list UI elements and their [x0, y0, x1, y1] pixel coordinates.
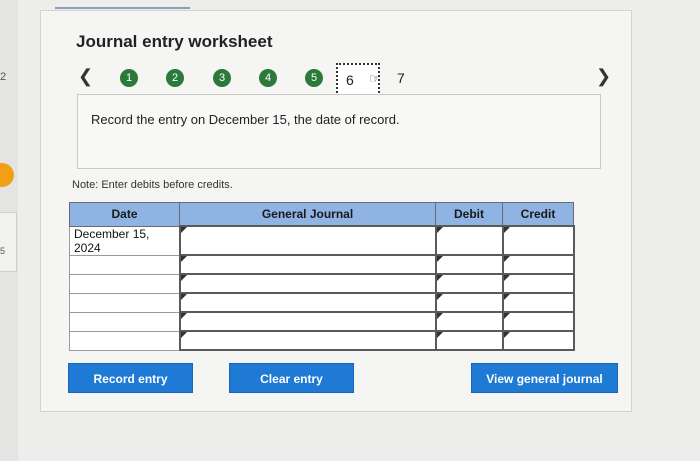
edge-number-top: 2: [0, 71, 7, 83]
table-row: December 15, 2024: [69, 225, 575, 256]
date-cell: [69, 330, 180, 351]
dropdown-corner-icon: [436, 227, 443, 233]
dropdown-corner-icon: [180, 294, 187, 300]
table-row: [69, 273, 575, 294]
debit-input[interactable]: [434, 292, 504, 313]
journal-table: Date General Journal Debit Credit Decemb…: [69, 202, 575, 351]
dropdown-corner-icon: [180, 227, 187, 233]
dropdown-corner-icon: [436, 256, 443, 262]
table-row: [69, 254, 575, 275]
header-credit: Credit: [502, 202, 574, 227]
dropdown-corner-icon: [180, 256, 187, 262]
dropdown-corner-icon: [503, 294, 510, 300]
account-input[interactable]: [178, 292, 437, 313]
dropdown-corner-icon: [436, 275, 443, 281]
credit-input[interactable]: [501, 330, 575, 351]
dropdown-corner-icon: [503, 313, 510, 319]
date-cell: [69, 311, 180, 332]
credit-input[interactable]: [501, 311, 575, 332]
dropdown-corner-icon: [180, 275, 187, 281]
date-cell: [69, 292, 180, 313]
top-rule: [55, 7, 190, 9]
worksheet-panel: Journal entry worksheet ❮ 1 2 3 4 5 6 ☞ …: [40, 10, 632, 412]
table-row: [69, 330, 575, 351]
header-debit: Debit: [435, 202, 503, 227]
step-5-button[interactable]: 5: [305, 69, 323, 87]
dropdown-corner-icon: [180, 313, 187, 319]
debit-input[interactable]: [434, 254, 504, 275]
header-general-journal: General Journal: [179, 202, 436, 227]
dropdown-corner-icon: [503, 332, 510, 338]
debit-input[interactable]: [434, 330, 504, 351]
step-2-button[interactable]: 2: [166, 69, 184, 87]
step-4-button[interactable]: 4: [259, 69, 277, 87]
instruction-box: Record the entry on December 15, the dat…: [77, 94, 601, 169]
dropdown-corner-icon: [436, 332, 443, 338]
previous-arrow-icon[interactable]: ❮: [78, 66, 93, 87]
dropdown-corner-icon: [503, 256, 510, 262]
credit-input[interactable]: [501, 225, 575, 256]
date-cell: [69, 254, 180, 275]
credit-input[interactable]: [501, 254, 575, 275]
credit-input[interactable]: [501, 273, 575, 294]
table-row: [69, 311, 575, 332]
clear-entry-button[interactable]: Clear entry: [229, 363, 354, 393]
account-input[interactable]: [178, 330, 437, 351]
edge-number-bottom: 5: [0, 246, 6, 256]
debit-input[interactable]: [434, 225, 504, 256]
dropdown-corner-icon: [503, 227, 510, 233]
step-1-button[interactable]: 1: [120, 69, 138, 87]
dropdown-corner-icon: [436, 294, 443, 300]
page-title: Journal entry worksheet: [76, 32, 273, 51]
debit-input[interactable]: [434, 311, 504, 332]
credit-input[interactable]: [501, 292, 575, 313]
dropdown-corner-icon: [436, 313, 443, 319]
instruction-text: Record the entry on December 15, the dat…: [91, 112, 400, 127]
table-row: [69, 292, 575, 313]
dropdown-corner-icon: [180, 332, 187, 338]
account-input[interactable]: [178, 254, 437, 275]
account-input[interactable]: [178, 311, 437, 332]
note-text: Note: Enter debits before credits.: [72, 179, 233, 191]
account-input[interactable]: [178, 225, 437, 256]
step-7-button[interactable]: 7: [397, 70, 405, 86]
view-general-journal-button[interactable]: View general journal: [471, 363, 618, 393]
dropdown-corner-icon: [503, 275, 510, 281]
date-cell: December 15, 2024: [69, 225, 180, 256]
step-3-button[interactable]: 3: [213, 69, 231, 87]
next-arrow-icon[interactable]: ❯: [596, 66, 611, 87]
edge-box: [0, 212, 17, 272]
header-date: Date: [69, 202, 180, 227]
hand-cursor-icon: ☞: [369, 71, 381, 86]
account-input[interactable]: [178, 273, 437, 294]
debit-input[interactable]: [434, 273, 504, 294]
record-entry-button[interactable]: Record entry: [68, 363, 193, 393]
date-cell: [69, 273, 180, 294]
